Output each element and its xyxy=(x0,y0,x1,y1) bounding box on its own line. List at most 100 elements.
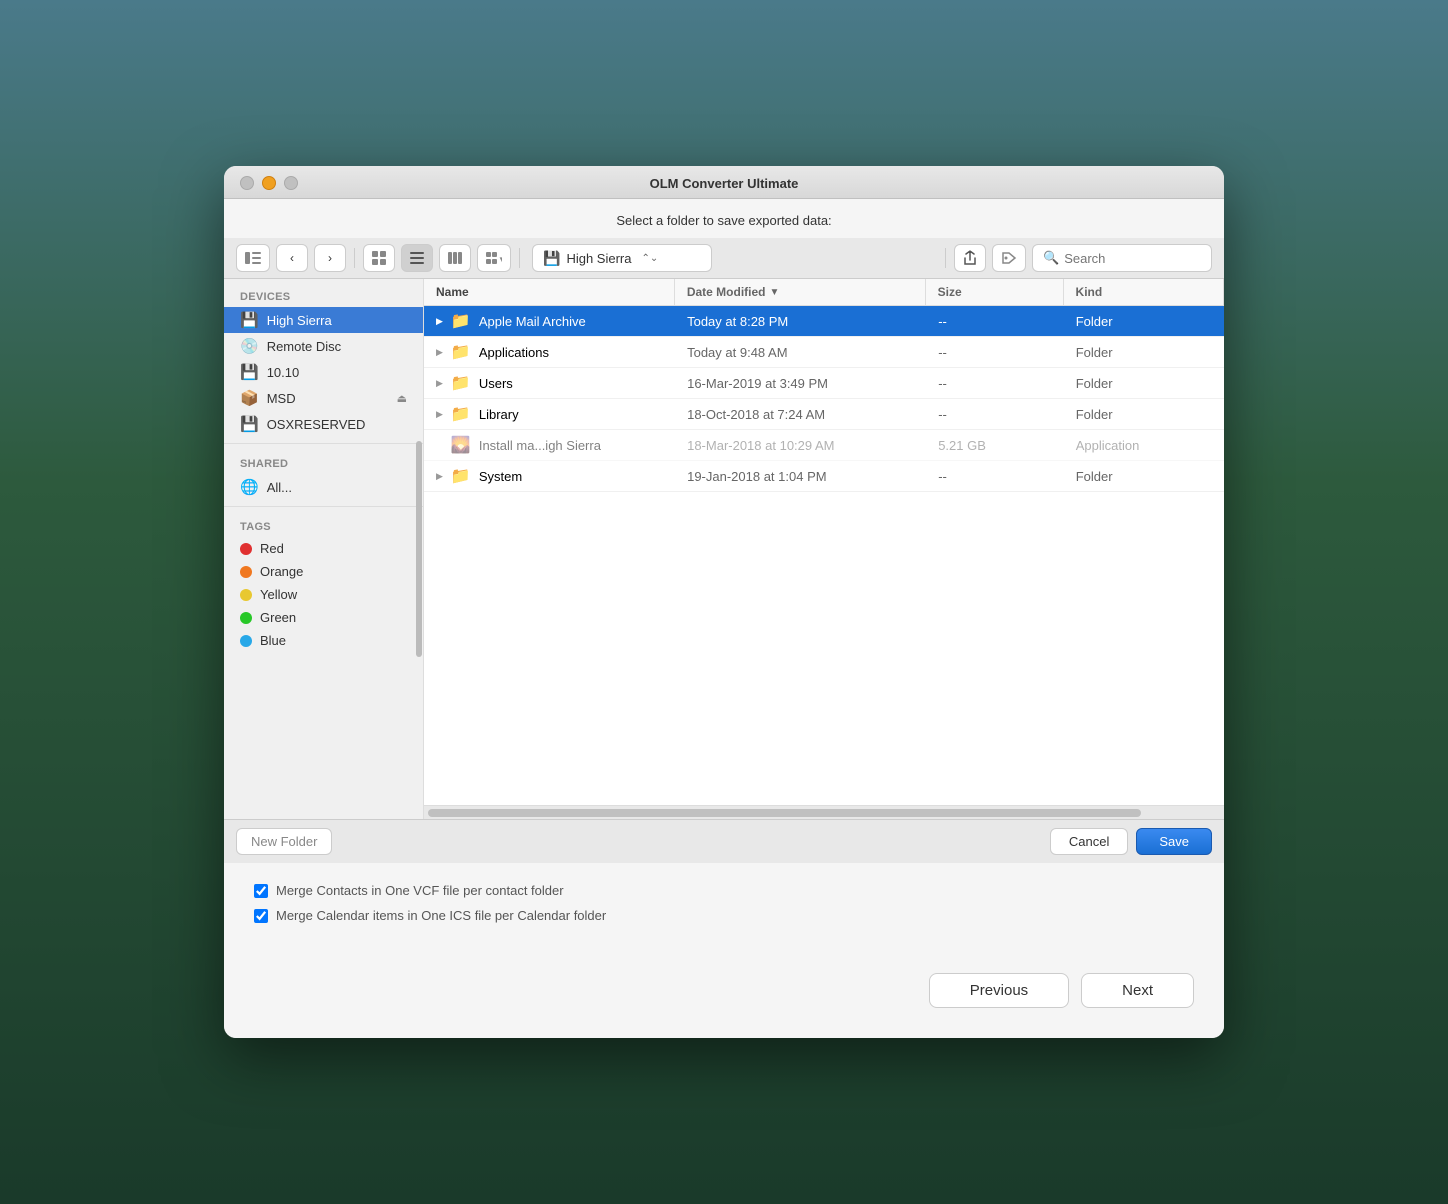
save-button[interactable]: Save xyxy=(1136,828,1212,855)
all-icon: 🌐 xyxy=(240,478,259,496)
tag-button[interactable] xyxy=(992,244,1026,272)
file-date: 18-Oct-2018 at 7:24 AM xyxy=(675,402,926,427)
scrollbar-thumb xyxy=(428,809,1141,817)
list-view-button[interactable] xyxy=(401,244,433,272)
sidebar-item-green[interactable]: Green xyxy=(224,606,423,629)
toolbar-sep-2 xyxy=(519,248,520,268)
file-date: Today at 8:28 PM xyxy=(675,309,926,334)
file-size: -- xyxy=(926,309,1064,334)
col-header-name[interactable]: Name xyxy=(424,279,675,305)
location-dropdown[interactable]: 💾 High Sierra ⌃⌄ xyxy=(532,244,712,272)
table-row[interactable]: ▶ 🌄 Install ma...igh Sierra 18-Mar-2018 … xyxy=(424,430,1224,461)
sidebar-item-msd[interactable]: 📦 MSD ⏏ xyxy=(224,385,423,411)
forward-button[interactable]: › xyxy=(314,244,346,272)
horizontal-scrollbar[interactable] xyxy=(424,805,1224,819)
table-row[interactable]: ▶ 📁 Apple Mail Archive Today at 8:28 PM … xyxy=(424,306,1224,337)
sidebar-scrollbar-thumb[interactable] xyxy=(416,441,422,657)
merge-calendar-row: Merge Calendar items in One ICS file per… xyxy=(254,908,1194,923)
file-browser: Devices 💾 High Sierra 💿 Remote Disc 💾 10… xyxy=(224,279,1224,819)
table-row[interactable]: ▶ 📁 Users 16-Mar-2019 at 3:49 PM -- Fold… xyxy=(424,368,1224,399)
col-header-date[interactable]: Date Modified ▼ xyxy=(675,279,926,305)
table-row[interactable]: ▶ 📁 Applications Today at 9:48 AM -- Fol… xyxy=(424,337,1224,368)
high-sierra-icon: 💾 xyxy=(240,311,259,329)
sidebar-divider-1 xyxy=(224,443,423,444)
file-date: 19-Jan-2018 at 1:04 PM xyxy=(675,464,926,489)
toolbar-sep-3 xyxy=(945,248,946,268)
file-date: 16-Mar-2019 at 3:49 PM xyxy=(675,371,926,396)
sidebar-item-osxreserved[interactable]: 💾 OSXRESERVED xyxy=(224,411,423,437)
sidebar-item-label: Green xyxy=(260,610,296,625)
sidebar-item-label: Blue xyxy=(260,633,286,648)
column-view-button[interactable] xyxy=(439,244,471,272)
folder-icon: 📁 xyxy=(451,373,471,393)
eject-icon[interactable]: ⏏ xyxy=(397,392,407,405)
folder-icon: 📁 xyxy=(451,342,471,362)
sidebar-item-label: Remote Disc xyxy=(267,339,341,354)
10-10-icon: 💾 xyxy=(240,363,259,381)
sidebar-item-10-10[interactable]: 💾 10.10 xyxy=(224,359,423,385)
sidebar-item-red[interactable]: Red xyxy=(224,537,423,560)
sidebar-item-label: 10.10 xyxy=(267,365,300,380)
file-name: Library xyxy=(479,407,519,422)
file-date: 18-Mar-2018 at 10:29 AM xyxy=(675,433,926,458)
sidebar-divider-2 xyxy=(224,506,423,507)
file-size: -- xyxy=(926,371,1064,396)
tags-section-label: Tags xyxy=(224,513,423,537)
sidebar-item-label: Red xyxy=(260,541,284,556)
maximize-button[interactable] xyxy=(284,176,298,190)
expand-arrow-icon: ▶ xyxy=(436,347,443,358)
table-row[interactable]: ▶ 📁 System 19-Jan-2018 at 1:04 PM -- Fol… xyxy=(424,461,1224,492)
blue-dot xyxy=(240,635,252,647)
group-view-button[interactable]: ▼ xyxy=(477,244,511,272)
file-kind: Application xyxy=(1064,433,1224,458)
dialog-bottom-bar: New Folder Cancel Save xyxy=(224,819,1224,863)
merge-contacts-label: Merge Contacts in One VCF file per conta… xyxy=(276,883,564,898)
sidebar-item-orange[interactable]: Orange xyxy=(224,560,423,583)
file-size: -- xyxy=(926,402,1064,427)
sort-arrow-icon: ▼ xyxy=(769,287,779,298)
msd-icon: 📦 xyxy=(240,389,259,407)
folder-icon: 📁 xyxy=(451,311,471,331)
close-button[interactable] xyxy=(240,176,254,190)
title-bar: OLM Converter Ultimate xyxy=(224,166,1224,199)
sidebar-item-remote-disc[interactable]: 💿 Remote Disc xyxy=(224,333,423,359)
file-kind: Folder xyxy=(1064,309,1224,334)
sidebar-item-label: Yellow xyxy=(260,587,297,602)
search-box[interactable]: 🔍 xyxy=(1032,244,1212,272)
file-kind: Folder xyxy=(1064,371,1224,396)
folder-icon: 📁 xyxy=(451,466,471,486)
back-button[interactable]: ‹ xyxy=(276,244,308,272)
sidebar-item-all[interactable]: 🌐 All... xyxy=(224,474,423,500)
share-button[interactable] xyxy=(954,244,986,272)
file-name: Users xyxy=(479,376,513,391)
icon-view-button[interactable] xyxy=(363,244,395,272)
sidebar-item-blue[interactable]: Blue xyxy=(224,629,423,652)
new-folder-button[interactable]: New Folder xyxy=(236,828,332,855)
svg-text:▼: ▼ xyxy=(498,255,502,264)
minimize-button[interactable] xyxy=(262,176,276,190)
merge-calendar-checkbox[interactable] xyxy=(254,909,268,923)
file-kind: Folder xyxy=(1064,402,1224,427)
search-input[interactable] xyxy=(1064,251,1194,266)
devices-section-label: Devices xyxy=(224,283,423,307)
traffic-lights xyxy=(240,176,298,190)
merge-calendar-label: Merge Calendar items in One ICS file per… xyxy=(276,908,606,923)
previous-button[interactable]: Previous xyxy=(929,973,1069,1008)
merge-contacts-checkbox[interactable] xyxy=(254,884,268,898)
sidebar-toggle-button[interactable] xyxy=(236,244,270,272)
file-kind: Folder xyxy=(1064,340,1224,365)
col-header-kind[interactable]: Kind xyxy=(1064,279,1224,305)
sidebar-item-high-sierra[interactable]: 💾 High Sierra xyxy=(224,307,423,333)
red-dot xyxy=(240,543,252,555)
cancel-button[interactable]: Cancel xyxy=(1050,828,1128,855)
file-toolbar: ‹ › xyxy=(224,238,1224,279)
orange-dot xyxy=(240,566,252,578)
sidebar-item-yellow[interactable]: Yellow xyxy=(224,583,423,606)
next-button[interactable]: Next xyxy=(1081,973,1194,1008)
col-header-size[interactable]: Size xyxy=(926,279,1064,305)
file-name: Applications xyxy=(479,345,549,360)
dialog-header: Select a folder to save exported data: xyxy=(224,199,1224,238)
main-content: Merge Contacts in One VCF file per conta… xyxy=(224,863,1224,953)
file-name: System xyxy=(479,469,522,484)
table-row[interactable]: ▶ 📁 Library 18-Oct-2018 at 7:24 AM -- Fo… xyxy=(424,399,1224,430)
